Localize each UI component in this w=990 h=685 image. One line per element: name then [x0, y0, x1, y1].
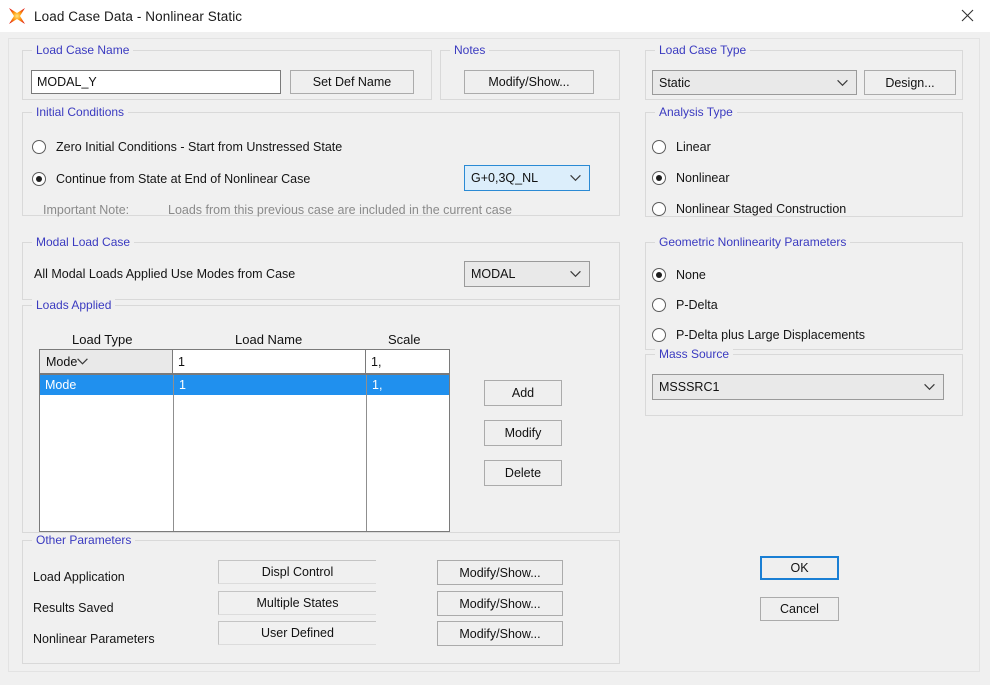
- load-case-type-value: Static: [659, 75, 691, 90]
- load-case-type-combo[interactable]: Static: [652, 70, 857, 95]
- load-application-modify-show-button[interactable]: Modify/Show...: [437, 560, 563, 585]
- chevron-down-icon: [837, 79, 848, 86]
- other-param-label-load-application: Load Application: [33, 570, 125, 584]
- modal-load-case-combo[interactable]: MODAL: [464, 261, 590, 287]
- delete-load-button[interactable]: Delete: [484, 460, 562, 486]
- radio-geomnl-pdelta[interactable]: P-Delta: [652, 298, 718, 312]
- loads-list-column-load-type: Mode: [40, 375, 174, 531]
- radio-geomnl-pdelta-large-disp[interactable]: P-Delta plus Large Displacements: [652, 328, 865, 342]
- design-button[interactable]: Design...: [864, 70, 956, 95]
- radio-indicator-nonlinear: [652, 171, 666, 185]
- radio-analysis-linear[interactable]: Linear: [652, 140, 711, 154]
- radio-continue-from-state[interactable]: Continue from State at End of Nonlinear …: [32, 172, 310, 186]
- column-header-load-type: Load Type: [72, 332, 133, 347]
- other-param-label-nonlinear-parameters: Nonlinear Parameters: [33, 632, 155, 646]
- group-label-analysis-type: Analysis Type: [655, 105, 737, 119]
- radio-label-continue: Continue from State at End of Nonlinear …: [56, 172, 311, 186]
- add-load-button[interactable]: Add: [484, 380, 562, 406]
- loads-list-cell-load-type[interactable]: Mode: [40, 375, 173, 395]
- group-label-mass-source: Mass Source: [655, 347, 734, 361]
- radio-label-none: None: [676, 268, 706, 282]
- loads-list-column-load-name: 1: [174, 375, 367, 531]
- chevron-down-icon: [77, 358, 89, 365]
- loads-list-cell-scale[interactable]: 1,: [367, 375, 449, 395]
- other-param-value-load-application: Displ Control: [218, 560, 376, 584]
- group-initial-conditions: Initial Conditions: [22, 105, 620, 216]
- radio-indicator-staged-construction: [652, 202, 666, 216]
- group-label-geometric-nonlinearity: Geometric Nonlinearity Parameters: [655, 235, 851, 249]
- radio-indicator-zero: [32, 140, 46, 154]
- modal-load-case-value: MODAL: [471, 267, 516, 281]
- sap2000-star-icon: [8, 7, 26, 25]
- group-label-load-case-type: Load Case Type: [655, 43, 751, 57]
- results-saved-modify-show-button[interactable]: Modify/Show...: [437, 591, 563, 616]
- cancel-button[interactable]: Cancel: [760, 597, 839, 621]
- title-bar: Load Case Data - Nonlinear Static: [0, 0, 990, 33]
- other-param-value-nonlinear-parameters: User Defined: [218, 621, 376, 645]
- load-case-name-input[interactable]: MODAL_Y: [31, 70, 281, 94]
- loads-edit-load-name-input[interactable]: 1: [173, 349, 366, 374]
- radio-label-pdelta: P-Delta: [676, 298, 718, 312]
- modify-load-button[interactable]: Modify: [484, 420, 562, 446]
- radio-indicator-pdelta-large-disp: [652, 328, 666, 342]
- ok-button[interactable]: OK: [760, 556, 839, 580]
- other-param-value-results-saved: Multiple States: [218, 591, 376, 615]
- loads-applied-list[interactable]: Mode 1 1,: [39, 374, 450, 532]
- radio-label-pdelta-large-disp: P-Delta plus Large Displacements: [676, 328, 865, 342]
- radio-indicator-none: [652, 268, 666, 282]
- loads-edit-scale-input[interactable]: 1,: [366, 349, 450, 374]
- group-label-other-parameters: Other Parameters: [32, 533, 136, 547]
- initial-condition-case-combo[interactable]: G+0,3Q_NL: [464, 165, 590, 191]
- group-label-modal-load-case: Modal Load Case: [32, 235, 135, 249]
- chevron-down-icon: [924, 383, 935, 391]
- dialog-client-area: Load Case Name MODAL_Y Set Def Name Note…: [0, 32, 990, 685]
- radio-label-staged-construction: Nonlinear Staged Construction: [676, 202, 847, 216]
- loads-edit-row: Mode 1 1,: [39, 349, 450, 374]
- important-note-text: Loads from this previous case are includ…: [168, 203, 512, 217]
- loads-edit-load-type-value: Mode: [46, 354, 78, 369]
- radio-indicator-linear: [652, 140, 666, 154]
- radio-analysis-nonlinear[interactable]: Nonlinear: [652, 171, 730, 185]
- group-label-notes: Notes: [450, 43, 490, 57]
- radio-label-zero: Zero Initial Conditions - Start from Uns…: [56, 140, 343, 154]
- radio-geomnl-none[interactable]: None: [652, 268, 706, 282]
- chevron-down-icon: [570, 270, 581, 278]
- important-note-label: Important Note:: [43, 203, 130, 217]
- radio-label-nonlinear: Nonlinear: [676, 171, 730, 185]
- group-label-initial-conditions: Initial Conditions: [32, 105, 129, 119]
- radio-zero-initial-conditions[interactable]: Zero Initial Conditions - Start from Uns…: [32, 140, 342, 154]
- column-header-scale: Scale: [388, 332, 421, 347]
- radio-indicator-pdelta: [652, 298, 666, 312]
- column-header-load-name: Load Name: [235, 332, 303, 347]
- radio-analysis-staged-construction[interactable]: Nonlinear Staged Construction: [652, 202, 846, 216]
- notes-modify-show-button[interactable]: Modify/Show...: [464, 70, 594, 94]
- other-param-label-results-saved: Results Saved: [33, 601, 114, 615]
- group-label-loads-applied: Loads Applied: [32, 298, 116, 312]
- chevron-down-icon: [570, 174, 581, 182]
- radio-indicator-continue: [32, 172, 46, 186]
- radio-label-linear: Linear: [676, 140, 711, 154]
- mass-source-value: MSSSRC1: [659, 380, 720, 394]
- nonlinear-parameters-modify-show-button[interactable]: Modify/Show...: [437, 621, 563, 646]
- group-label-load-case-name: Load Case Name: [32, 43, 134, 57]
- modal-load-case-label: All Modal Loads Applied Use Modes from C…: [34, 267, 296, 281]
- loads-list-column-scale: 1,: [367, 375, 449, 531]
- loads-list-cell-load-name[interactable]: 1: [174, 375, 366, 395]
- loads-edit-load-type-combo[interactable]: Mode: [39, 349, 173, 374]
- initial-condition-case-value: G+0,3Q_NL: [471, 171, 539, 185]
- mass-source-combo[interactable]: MSSSRC1: [652, 374, 944, 400]
- window-title: Load Case Data - Nonlinear Static: [34, 8, 243, 24]
- set-def-name-button[interactable]: Set Def Name: [290, 70, 414, 94]
- close-icon[interactable]: [944, 0, 990, 31]
